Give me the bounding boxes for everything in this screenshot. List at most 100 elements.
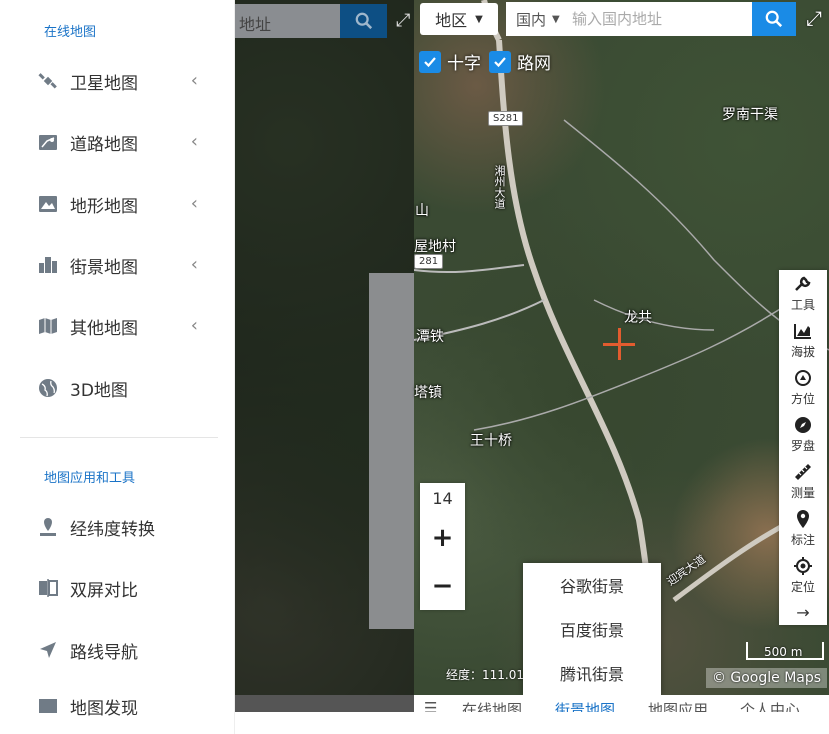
tool-label: 罗盘 bbox=[790, 439, 815, 453]
bottom-nav: ☰ 在线地图 街景地图 地图应用 个人中心 bbox=[414, 695, 829, 712]
locate-icon bbox=[793, 556, 813, 576]
collapse-tools-button[interactable]: → bbox=[779, 599, 827, 625]
dim-tool-column bbox=[369, 273, 414, 629]
arrow-right-icon: → bbox=[796, 602, 810, 622]
sidebar-item-label: 3D地图 bbox=[70, 380, 128, 401]
globe-icon bbox=[36, 376, 60, 400]
menu-item-google-streetview[interactable]: 谷歌街景 bbox=[523, 563, 661, 607]
sidebar-item-label: 道路地图 bbox=[70, 134, 138, 155]
search-button[interactable] bbox=[752, 2, 796, 36]
dim-footer bbox=[235, 695, 415, 712]
sidebar-item-3d-map[interactable]: 3D地图 bbox=[36, 368, 216, 408]
dim-search-button bbox=[340, 4, 387, 38]
sidebar-item-route-navigation[interactable]: 路线导航 bbox=[36, 630, 216, 670]
road-badge: S281 bbox=[488, 111, 524, 126]
checkbox-label: 路网 bbox=[517, 54, 551, 74]
sidebar: 在线地图 卫星地图 ‹ 道路地图 ‹ 地形地图 ‹ 街景地图 ‹ 其他地图 ‹ bbox=[0, 0, 235, 734]
chevron-left-icon: ‹ bbox=[190, 193, 198, 214]
elevation-icon bbox=[793, 321, 813, 341]
nav-online-map[interactable]: 在线地图 bbox=[462, 699, 522, 712]
fullscreen-icon[interactable]: ⤢ bbox=[806, 8, 826, 28]
sidebar-item-streetview[interactable]: 街景地图 ‹ bbox=[36, 245, 216, 285]
app-root: 地址 ⤢ 罗南干渠 龙共 王十桥 屋地村 潭铁 塔镇 山 S281 281 湘州… bbox=[0, 0, 829, 734]
tool-elevation[interactable]: 海拔 bbox=[779, 317, 827, 364]
map-label: 龙共 bbox=[624, 310, 652, 326]
road-map-icon bbox=[36, 130, 60, 154]
sidebar-item-label: 卫星地图 bbox=[70, 73, 138, 94]
sidebar-item-label: 路线导航 bbox=[70, 642, 138, 663]
sidebar-divider bbox=[20, 437, 218, 438]
sidebar-item-split-screen[interactable]: 双屏对比 bbox=[36, 568, 216, 608]
sidebar-item-label: 其他地图 bbox=[70, 318, 138, 339]
caret-down-icon: ▼ bbox=[552, 13, 560, 25]
tool-locate[interactable]: 定位 bbox=[779, 552, 827, 599]
section-title: 地图应用和工具 bbox=[44, 471, 136, 486]
crosshair-icon bbox=[603, 328, 635, 360]
sidebar-item-label: 地图发现 bbox=[70, 698, 138, 719]
chevron-left-icon: ‹ bbox=[190, 315, 198, 336]
address-search-input[interactable] bbox=[572, 10, 742, 28]
navigation-icon bbox=[36, 638, 60, 662]
checkbox-checked-icon bbox=[489, 50, 511, 73]
tool-measure[interactable]: 测量 bbox=[779, 458, 827, 505]
sidebar-item-other-maps[interactable]: 其他地图 ‹ bbox=[36, 306, 216, 346]
tool-label: 定位 bbox=[790, 580, 815, 594]
sidebar-item-coordinate-convert[interactable]: 经纬度转换 bbox=[36, 507, 216, 547]
tool-label: 方位 bbox=[790, 392, 815, 406]
nav-streetview[interactable]: 街景地图 bbox=[555, 699, 615, 712]
overlay-checkboxes: 十字 路网 bbox=[419, 49, 559, 74]
region-dropdown[interactable]: 地区 ▼ bbox=[420, 3, 498, 35]
menu-item-tencent-streetview[interactable]: 腾讯街景 bbox=[523, 651, 661, 695]
zoom-level: 14 bbox=[432, 489, 453, 508]
search-icon bbox=[355, 12, 372, 30]
terrain-icon bbox=[36, 192, 60, 216]
caret-down-icon: ▼ bbox=[475, 13, 483, 25]
dim-search-input: 地址 bbox=[235, 4, 340, 38]
dim-expand-icon: ⤢ bbox=[396, 10, 411, 31]
tool-label: 测量 bbox=[790, 486, 815, 500]
tool-label: 标注 bbox=[790, 533, 815, 547]
zoom-control: 14 + − bbox=[420, 483, 465, 610]
compass-icon bbox=[793, 415, 813, 435]
section-title: 在线地图 bbox=[44, 25, 97, 40]
tool-column: 工具 海拔 方位 罗盘 测量 标注 定位 → bbox=[779, 270, 827, 625]
sidebar-item-terrain[interactable]: 地形地图 ‹ bbox=[36, 184, 216, 224]
zoom-out-button[interactable]: − bbox=[420, 562, 465, 610]
tool-label: 工具 bbox=[790, 298, 815, 312]
road-network-checkbox[interactable]: 路网 bbox=[489, 49, 551, 74]
tool-marker[interactable]: 标注 bbox=[779, 505, 827, 552]
tool-direction[interactable]: 方位 bbox=[779, 364, 827, 411]
chevron-left-icon: ‹ bbox=[190, 70, 198, 91]
sidebar-item-satellite[interactable]: 卫星地图 ‹ bbox=[36, 61, 216, 101]
sidebar-item-label: 双屏对比 bbox=[70, 580, 138, 601]
checkbox-checked-icon bbox=[419, 50, 441, 73]
scale-label: 500 m bbox=[764, 645, 803, 659]
wrench-icon bbox=[793, 274, 813, 294]
zoom-in-button[interactable]: + bbox=[420, 514, 465, 562]
tool-label: 海拔 bbox=[790, 345, 815, 359]
nav-map-apps[interactable]: 地图应用 bbox=[648, 699, 708, 712]
map-attribution: © Google Maps bbox=[706, 668, 827, 688]
direction-icon bbox=[793, 368, 813, 388]
chevron-left-icon: ‹ bbox=[190, 131, 198, 152]
menu-item-baidu-streetview[interactable]: 百度街景 bbox=[523, 607, 661, 651]
scope-dropdown[interactable]: 国内 ▼ bbox=[506, 9, 572, 30]
crosshair-checkbox[interactable]: 十字 bbox=[419, 49, 481, 74]
region-label: 地区 bbox=[435, 11, 468, 30]
coordinate-icon bbox=[36, 515, 60, 539]
discover-icon bbox=[36, 694, 60, 718]
tool-wrench[interactable]: 工具 bbox=[779, 270, 827, 317]
sidebar-item-label: 地形地图 bbox=[70, 196, 138, 217]
tool-compass[interactable]: 罗盘 bbox=[779, 411, 827, 458]
map-label: 山 bbox=[415, 203, 429, 219]
nav-profile[interactable]: 个人中心 bbox=[740, 699, 800, 712]
map-label: 塔镇 bbox=[414, 385, 442, 401]
sidebar-item-map-discover[interactable]: 地图发现 bbox=[36, 691, 216, 721]
road-name-label: 湘州大道 bbox=[493, 165, 506, 209]
sidebar-item-road-map[interactable]: 道路地图 ‹ bbox=[36, 122, 216, 162]
menu-icon[interactable]: ☰ bbox=[424, 699, 437, 712]
checkbox-label: 十字 bbox=[447, 54, 481, 74]
scope-label: 国内 bbox=[516, 10, 547, 29]
sidebar-item-label: 经纬度转换 bbox=[70, 519, 155, 540]
map-label: 屋地村 bbox=[414, 239, 456, 255]
